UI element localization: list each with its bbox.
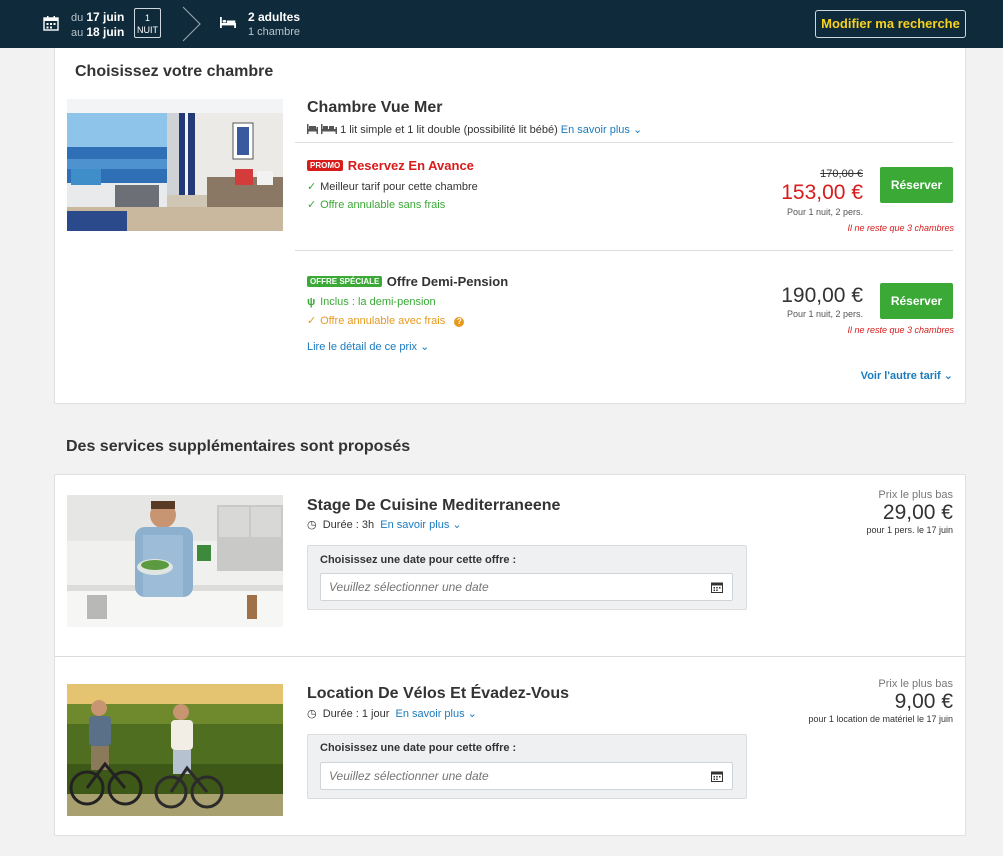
room-title: Chambre Vue Mer (307, 99, 443, 116)
promo-badge: PROMO (307, 160, 344, 172)
chevron-down-icon: ⌄ (632, 124, 643, 136)
divider (295, 142, 953, 143)
calendar-icon (43, 16, 59, 31)
service-1-duration: ◷ Durée : 3h En savoir plus ⌄ (307, 519, 462, 531)
guests-count: 2 adultes (248, 10, 301, 24)
service-2-date-input[interactable] (320, 762, 733, 790)
rate-1-feature-2: ✓ Offre annulable sans frais (307, 199, 446, 211)
rate-2-feature-1: ψ Inclus : la demi-pension (307, 296, 436, 308)
beds-icon (307, 124, 337, 134)
divider (55, 656, 965, 657)
room-beds-info: 1 lit simple et 1 lit double (possibilit… (307, 123, 642, 136)
date-to: 18 juin (86, 25, 125, 39)
rate-1-price-note: Pour 1 nuit, 2 pers. (786, 207, 863, 217)
help-icon[interactable]: ? (454, 317, 465, 327)
chevron-right-icon (182, 6, 201, 42)
nights-label: NUIT (137, 25, 158, 35)
calendar-icon[interactable] (711, 581, 723, 593)
rate-1-header: PROMO Reservez En Avance (307, 157, 474, 175)
service-2-price-note: pour 1 location de matériel le 17 juin (808, 714, 953, 724)
nights-badge: 1 NUIT (134, 8, 161, 38)
rate-1-title: Reservez En Avance (347, 158, 474, 173)
service-1-date-input[interactable] (320, 573, 733, 601)
service-1-title: Stage De Cuisine Mediterraneene (307, 497, 561, 514)
rate-1-old-price: 170,00 € (820, 168, 863, 180)
date-from: 17 juin (86, 10, 125, 24)
rate-1-price: 153,00 € (781, 181, 863, 204)
special-offer-badge: OFFRE SPÉCIALE (307, 276, 383, 288)
room-selection-card: Choisissez votre chambre Chambre Vue Mer (54, 48, 966, 404)
reserve-button-rate-2[interactable]: Réserver (880, 283, 953, 319)
rate-2-price: 190,00 € (781, 284, 863, 307)
room-section-heading: Choisissez votre chambre (75, 63, 274, 80)
reserve-button-rate-1[interactable]: Réserver (880, 167, 953, 203)
clock-icon: ◷ (307, 708, 317, 720)
other-rate-link[interactable]: Voir l'autre tarif ⌄ (825, 369, 953, 382)
check-icon: ✓ (307, 181, 317, 193)
guests-summary: 2 adultes 1 chambre (248, 10, 300, 39)
stay-dates: du 17 juin au 18 juin (71, 10, 124, 40)
check-icon: ✓ (307, 315, 317, 327)
chevron-down-icon: ⌄ (420, 341, 430, 353)
rate-2-feature-2: ✓ Offre annulable avec frais ? (307, 314, 465, 327)
price-detail-link[interactable]: Lire le détail de ce prix ⌄ (307, 340, 429, 353)
service-2-price: 9,00 € (894, 690, 953, 713)
service-1-low-label: Prix le plus bas (878, 489, 953, 501)
chevron-down-icon: ⌄ (943, 370, 953, 382)
check-icon: ✓ (307, 199, 317, 211)
to-label: au (71, 27, 84, 39)
service-2-date-box: Choisissez une date pour cette offre : (307, 734, 747, 799)
search-summary-bar: du 17 juin au 18 juin 1 NUIT 2 adultes 1… (0, 0, 1003, 48)
services-heading: Des services supplémentaires sont propos… (66, 438, 411, 455)
rate-1-feature-1: ✓ Meilleur tarif pour cette chambre (307, 181, 478, 193)
rate-2-scarcity: Il ne reste que 3 chambres (847, 325, 954, 335)
room-more-link[interactable]: En savoir plus ⌄ (561, 124, 642, 136)
cooking-class-photo[interactable] (67, 495, 283, 627)
service-1-date-label: Choisissez une date pour cette offre : (320, 554, 517, 566)
clock-icon: ◷ (307, 519, 317, 531)
rate-2-title: Offre Demi-Pension (386, 274, 509, 289)
rate-1-scarcity: Il ne reste que 3 chambres (847, 223, 954, 233)
bike-rental-photo[interactable] (67, 684, 283, 816)
rooms-count: 1 chambre (248, 26, 300, 38)
service-1-more-link[interactable]: En savoir plus ⌄ (380, 519, 461, 531)
service-2-more-link[interactable]: En savoir plus ⌄ (396, 708, 477, 720)
rate-2-price-note: Pour 1 nuit, 2 pers. (786, 309, 863, 319)
room-photo[interactable] (67, 99, 283, 231)
service-2-title: Location De Vélos Et Évadez-Vous (307, 685, 569, 702)
service-1-price: 29,00 € (882, 501, 953, 524)
service-1-price-note: pour 1 pers. le 17 juin (866, 525, 953, 535)
from-label: du (71, 12, 84, 24)
service-1-date-box: Choisissez une date pour cette offre : (307, 545, 747, 610)
service-2-low-label: Prix le plus bas (878, 678, 953, 690)
cutlery-icon: ψ (307, 296, 316, 308)
nights-count: 1 (144, 13, 150, 23)
rate-2-header: OFFRE SPÉCIALE Offre Demi-Pension (307, 273, 508, 291)
beds-text: 1 lit simple et 1 lit double (possibilit… (340, 124, 558, 136)
calendar-icon[interactable] (711, 770, 723, 782)
modify-search-button[interactable]: Modifier ma recherche (815, 10, 966, 38)
bed-icon (220, 17, 236, 28)
services-card: Stage De Cuisine Mediterraneene ◷ Durée … (54, 474, 966, 836)
chevron-down-icon: ⌄ (467, 708, 477, 720)
chevron-down-icon: ⌄ (452, 519, 462, 531)
service-2-date-label: Choisissez une date pour cette offre : (320, 742, 517, 754)
service-2-duration: ◷ Durée : 1 jour En savoir plus ⌄ (307, 708, 477, 720)
divider (295, 250, 953, 251)
